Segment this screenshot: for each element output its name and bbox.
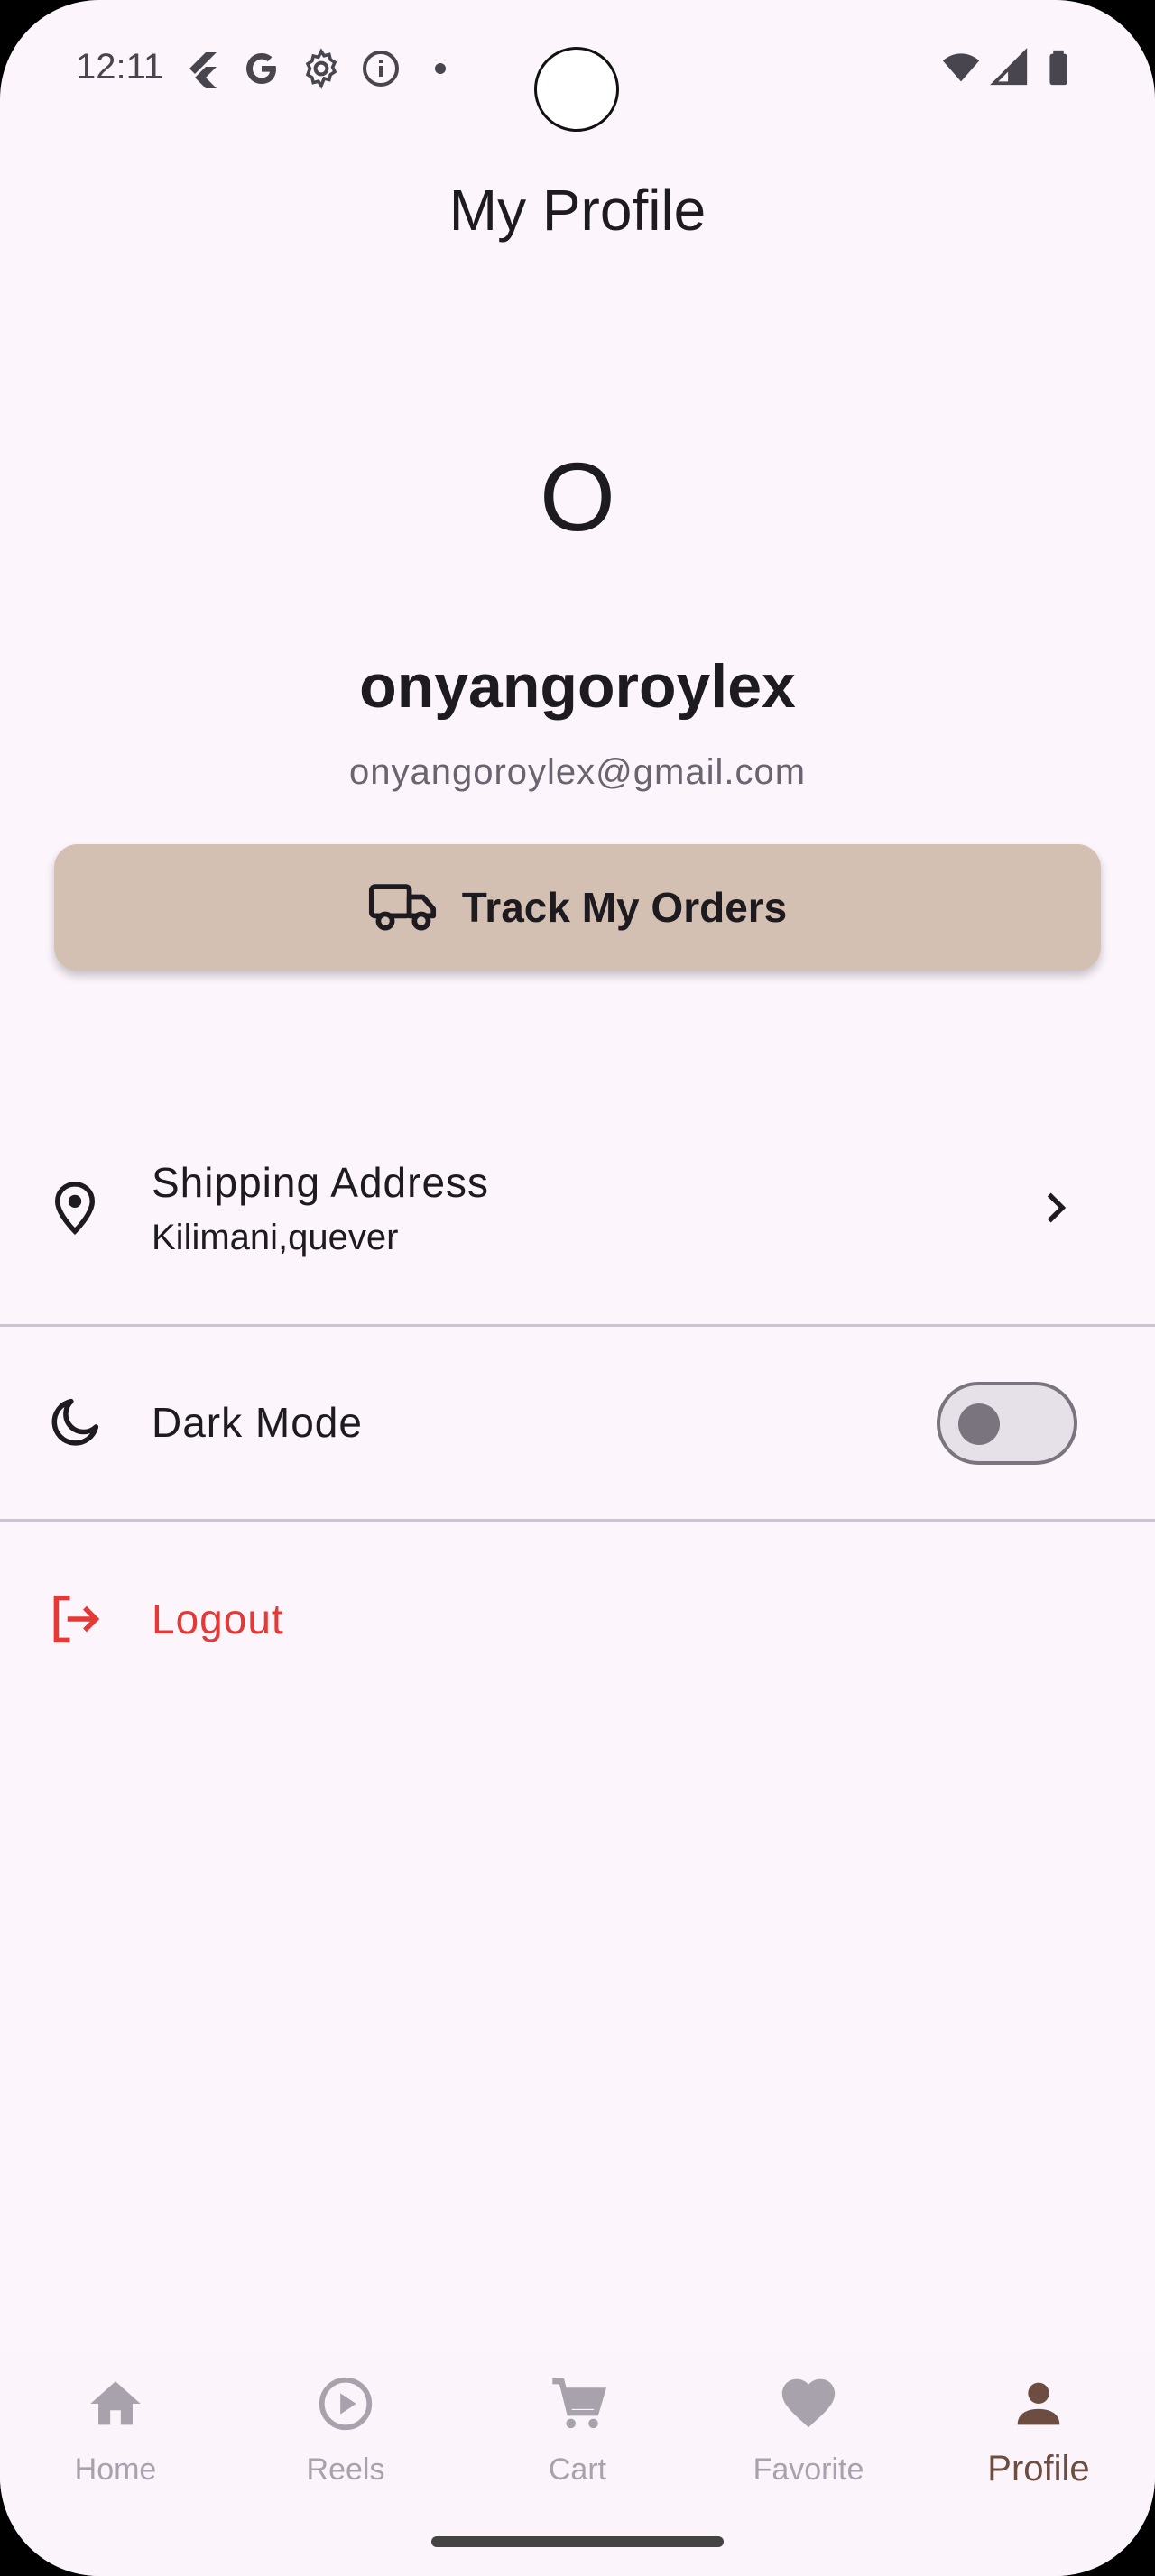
dot-icon <box>419 47 462 95</box>
status-time: 12:11 <box>76 47 164 87</box>
settings-icon <box>300 47 343 95</box>
shipping-address-row[interactable]: Shipping Address Kilimani,quever <box>0 1142 1155 1274</box>
username: onyangoroylex <box>359 652 796 721</box>
truck-icon <box>368 879 437 936</box>
cart-icon <box>546 2372 609 2440</box>
dark-mode-row: Dark Mode <box>0 1364 1155 1481</box>
nav-item-home[interactable]: Home <box>25 2372 206 2507</box>
battery-icon <box>1038 47 1079 93</box>
nav-label-favorite: Favorite <box>753 2452 864 2487</box>
dark-mode-label: Dark Mode <box>152 1399 363 1446</box>
divider <box>0 1519 1155 1522</box>
chevron-right-icon <box>1032 1185 1077 1230</box>
page-title: My Profile <box>448 178 707 243</box>
nav-label-reels: Reels <box>306 2452 385 2487</box>
track-orders-label: Track My Orders <box>461 884 788 931</box>
info-icon <box>359 47 402 95</box>
shipping-subtitle: Kilimani,quever <box>152 1217 399 1257</box>
email: onyangoroylex@gmail.com <box>348 752 807 792</box>
moon-icon <box>45 1393 105 1452</box>
logout-label: Logout <box>152 1596 284 1642</box>
logout-icon <box>45 1589 105 1649</box>
home-icon <box>84 2372 147 2440</box>
logout-text: Logout <box>152 1595 284 1643</box>
google-icon <box>240 47 283 95</box>
toggle-knob <box>958 1403 1000 1445</box>
camera-cutout <box>534 47 619 132</box>
nav-item-cart[interactable]: Cart <box>487 2372 668 2507</box>
track-orders-button[interactable]: Track My Orders <box>54 844 1101 971</box>
profile-screen: 12:11 My Profile O onyangoroylex onyango… <box>0 0 1155 2576</box>
status-icons-left <box>180 47 462 95</box>
nav-item-favorite[interactable]: Favorite <box>718 2372 899 2507</box>
wifi-icon <box>940 47 982 93</box>
nav-label-profile: Profile <box>987 2449 1090 2489</box>
location-pin-icon <box>45 1178 105 1237</box>
divider <box>0 1324 1155 1327</box>
logout-row[interactable]: Logout <box>0 1560 1155 1678</box>
shipping-text: Shipping Address Kilimani,quever <box>152 1158 489 1258</box>
home-indicator[interactable] <box>431 2536 724 2547</box>
play-circle-icon <box>314 2372 377 2440</box>
status-bar: 12:11 <box>0 0 1155 144</box>
status-icons-right <box>940 47 1079 93</box>
dark-mode-toggle[interactable] <box>937 1382 1077 1465</box>
shipping-title: Shipping Address <box>152 1158 490 1206</box>
nav-label-cart: Cart <box>548 2452 607 2487</box>
heart-icon <box>777 2372 840 2440</box>
dark-mode-text: Dark Mode <box>152 1398 363 1447</box>
person-icon <box>1007 2372 1070 2440</box>
flutter-icon <box>180 47 224 95</box>
signal-icon <box>989 47 1030 93</box>
nav-label-home: Home <box>74 2452 157 2487</box>
avatar: O <box>539 441 615 551</box>
nav-item-profile[interactable]: Profile <box>948 2372 1129 2507</box>
nav-item-reels[interactable]: Reels <box>255 2372 436 2507</box>
